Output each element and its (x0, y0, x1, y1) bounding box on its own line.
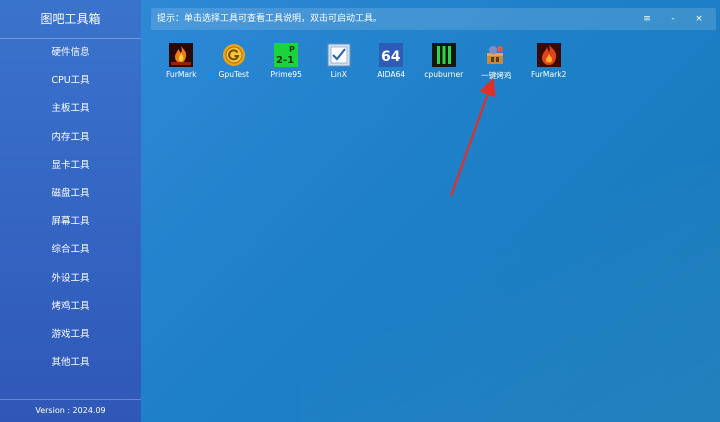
sidebar-item-game-tools[interactable]: 游戏工具 (0, 321, 141, 349)
main-panel: 提示：单击选择工具可查看工具说明，双击可启动工具。 ≡ - × FurMark (141, 0, 720, 422)
tool-label: LinX (330, 70, 347, 79)
prime95-top-text: P (289, 45, 295, 54)
menu-button[interactable]: ≡ (634, 8, 660, 30)
tool-label: AIDA64 (377, 70, 406, 79)
tool-furmark2[interactable]: FurMark2 (523, 43, 576, 81)
tool-aida64[interactable]: 64 AIDA64 (365, 43, 418, 81)
sidebar-item-gpu-tools[interactable]: 显卡工具 (0, 152, 141, 180)
tool-label: GpuTest (218, 70, 249, 79)
window-controls: ≡ - × (634, 8, 712, 30)
tip-bar: 提示：单击选择工具可查看工具说明，双击可启动工具。 ≡ - × (151, 8, 716, 30)
sidebar-item-stress-tools[interactable]: 烤鸡工具 (0, 293, 141, 321)
aida64-icon: 64 (379, 43, 404, 67)
tool-label: cpuburner (424, 70, 464, 79)
gputest-icon (222, 44, 245, 66)
aida64-icon-text: 64 (381, 49, 401, 65)
sidebar-nav: 硬件信息 CPU工具 主板工具 内存工具 显卡工具 磁盘工具 屏幕工具 综合工具… (0, 39, 141, 377)
cpuburner-icon (431, 43, 456, 67)
minimize-button[interactable]: - (660, 8, 686, 30)
tool-linx[interactable]: LinX (313, 43, 366, 81)
furmark2-icon (536, 43, 561, 67)
version-label: Version : 2024.09 (0, 399, 141, 422)
sidebar-item-other-tools[interactable]: 其他工具 (0, 349, 141, 377)
prime95-icon: P 2-1 (274, 43, 299, 67)
sidebar-item-memory-tools[interactable]: 内存工具 (0, 124, 141, 152)
sidebar-item-motherboard-tools[interactable]: 主板工具 (0, 95, 141, 123)
tip-text: 提示：单击选择工具可查看工具说明，双击可启动工具。 (157, 14, 383, 24)
tool-gputest[interactable]: GpuTest (208, 43, 261, 81)
tool-label: 一键烤鸡 (481, 71, 512, 80)
sidebar-item-disk-tools[interactable]: 磁盘工具 (0, 180, 141, 208)
sidebar-item-cpu-tools[interactable]: CPU工具 (0, 67, 141, 95)
sidebar-item-peripheral-tools[interactable]: 外设工具 (0, 265, 141, 293)
close-button[interactable]: × (686, 8, 712, 30)
sidebar: 图吧工具箱 硬件信息 CPU工具 主板工具 内存工具 显卡工具 磁盘工具 屏幕工… (0, 0, 141, 422)
tool-grid: FurMark GpuTest P 2-1 Prime95 LinX 64 AI… (155, 43, 575, 81)
tool-label: FurMark2 (531, 70, 567, 79)
prime95-bottom-text: 2-1 (276, 55, 294, 66)
app-title: 图吧工具箱 (0, 0, 141, 39)
furmark-icon (169, 43, 194, 67)
one-click-stress-icon (487, 46, 504, 64)
sidebar-item-screen-tools[interactable]: 屏幕工具 (0, 208, 141, 236)
tool-cpuburner[interactable]: cpuburner (418, 43, 471, 81)
tool-label: Prime95 (270, 70, 302, 79)
tool-one-click-stress[interactable]: 一键烤鸡 (470, 43, 523, 81)
sidebar-item-general-tools[interactable]: 综合工具 (0, 236, 141, 264)
tool-prime95[interactable]: P 2-1 Prime95 (260, 43, 313, 81)
linx-icon (327, 43, 351, 67)
tool-label: FurMark (165, 70, 197, 79)
sidebar-item-hardware-info[interactable]: 硬件信息 (0, 39, 141, 67)
tool-furmark[interactable]: FurMark (155, 43, 208, 81)
